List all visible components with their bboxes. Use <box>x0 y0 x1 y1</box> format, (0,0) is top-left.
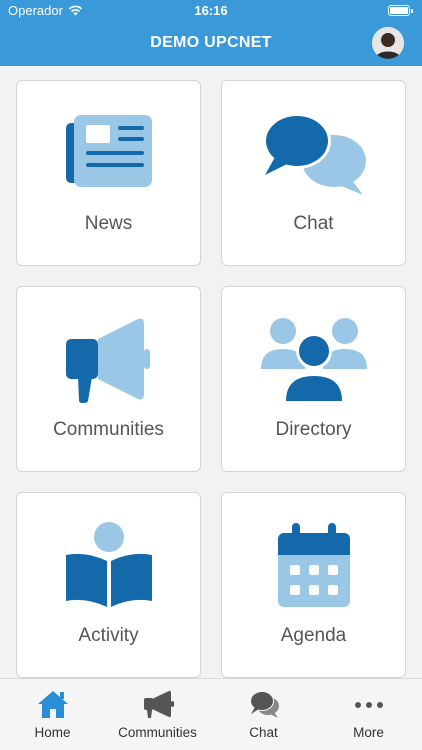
megaphone-icon <box>143 690 174 718</box>
tile-agenda[interactable]: Agenda <box>221 492 406 678</box>
tile-label: Directory <box>275 419 352 440</box>
tab-communities[interactable]: Communities <box>105 679 210 750</box>
tile-label: Activity <box>78 625 139 646</box>
chat-bubbles-icon <box>262 113 366 195</box>
tile-label: Chat <box>293 213 334 234</box>
tile-chat[interactable]: Chat <box>221 80 406 266</box>
tab-label: More <box>353 725 384 740</box>
calendar-icon <box>277 523 350 607</box>
tile-news[interactable]: News <box>16 80 201 266</box>
tab-home[interactable]: Home <box>0 679 105 750</box>
tab-chat[interactable]: Chat <box>211 679 316 750</box>
chat-bubbles-icon <box>249 691 279 718</box>
tile-activity[interactable]: Activity <box>16 492 201 678</box>
newspaper-icon <box>65 115 152 187</box>
tab-label: Home <box>34 725 71 740</box>
megaphone-icon <box>65 318 150 403</box>
battery-icon <box>388 5 413 16</box>
status-bar: Operador 16:16 <box>0 0 422 22</box>
app-header: Operador 16:16 DEMO UPCNET <box>0 0 422 66</box>
status-time: 16:16 <box>194 3 228 18</box>
page-title: DEMO UPCNET <box>150 34 272 51</box>
people-group-icon <box>260 318 367 403</box>
more-dots-icon <box>354 702 383 708</box>
user-avatar[interactable] <box>372 27 404 59</box>
tab-bar: Home Communities Chat More <box>0 678 422 750</box>
tile-directory[interactable]: Directory <box>221 286 406 472</box>
tile-communities[interactable]: Communities <box>16 286 201 472</box>
tile-label: Communities <box>53 419 164 440</box>
tile-label: Agenda <box>280 625 347 646</box>
tile-label: News <box>84 213 133 234</box>
reader-book-icon <box>65 522 152 607</box>
tab-label: Chat <box>249 725 278 740</box>
tab-more[interactable]: More <box>316 679 421 750</box>
tab-label: Communities <box>118 725 197 740</box>
home-icon <box>37 691 68 718</box>
